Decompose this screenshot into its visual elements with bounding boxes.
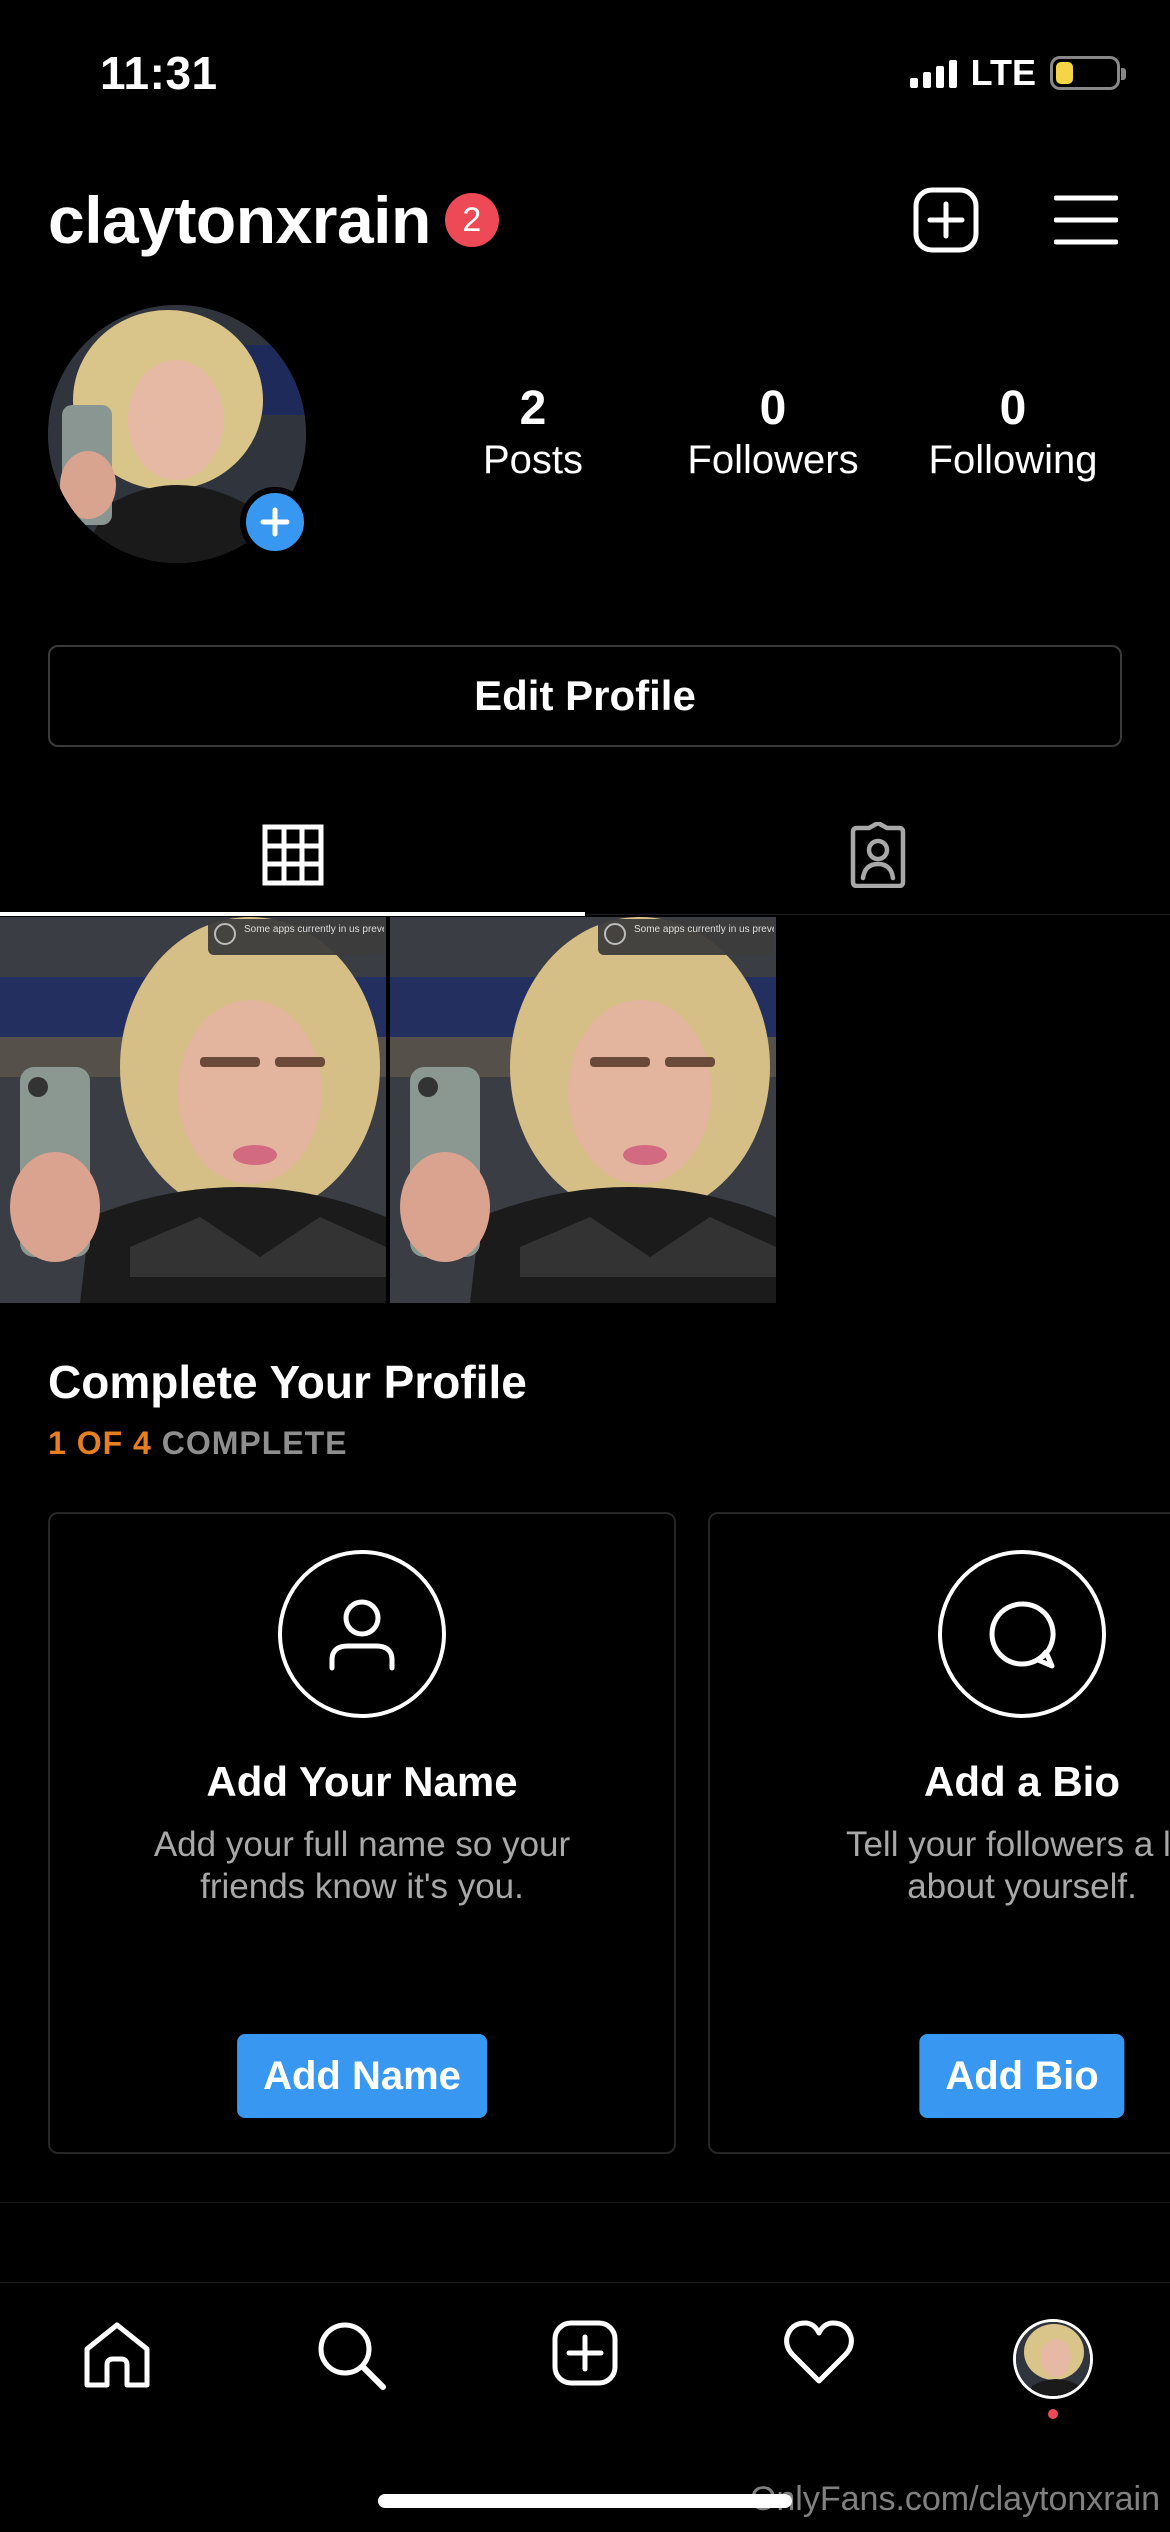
- new-post-icon: [552, 2320, 618, 2386]
- complete-profile-progress: 1 OF 4 COMPLETE: [48, 1425, 347, 1462]
- card-title: Add a Bio: [924, 1758, 1120, 1805]
- status-indicators: LTE: [909, 52, 1126, 94]
- profile-stats: 2 Posts 0 Followers 0 Following: [413, 382, 1133, 484]
- grid-icon: [262, 824, 323, 886]
- stat-value: 0: [759, 382, 787, 435]
- notice-icon: [214, 923, 236, 945]
- battery-icon: [1050, 56, 1126, 90]
- notification-badge[interactable]: 2: [444, 193, 499, 247]
- person-icon: [278, 1550, 446, 1718]
- card-description-line: Tell your followers a litt: [845, 1825, 1170, 1864]
- card-description: Add your full name so your friends know …: [92, 1824, 632, 1908]
- card-description-line: Add your full name so your: [153, 1825, 571, 1864]
- stat-label: Posts: [482, 437, 584, 482]
- status-time: 11:31: [100, 47, 218, 99]
- posts-grid: Some apps currently in us preventing aut…: [0, 917, 776, 1303]
- stat-followers[interactable]: 0 Followers: [653, 382, 893, 484]
- nav-new-post[interactable]: [468, 2319, 702, 2387]
- profile-tabs: [0, 795, 1170, 916]
- home-indicator[interactable]: [378, 2494, 792, 2508]
- notice-icon: [604, 923, 626, 945]
- add-story-button[interactable]: [240, 487, 310, 557]
- post-image: [390, 917, 776, 1303]
- post-notice-overlay: Some apps currently in us preventing aut…: [598, 919, 774, 955]
- progress-rest: COMPLETE: [161, 1425, 348, 1461]
- stat-posts[interactable]: 2 Posts: [413, 382, 653, 484]
- home-icon: [84, 2322, 150, 2388]
- network-label: LTE: [970, 52, 1036, 93]
- search-icon: [318, 2322, 386, 2390]
- nav-profile-avatar: [1013, 2319, 1093, 2399]
- divider: [0, 2202, 1170, 2203]
- profile-summary: 2 Posts 0 Followers 0 Following: [48, 305, 1122, 565]
- plus-icon: [260, 507, 290, 537]
- stat-following[interactable]: 0 Following: [893, 382, 1133, 484]
- post-notice-text: Some apps currently in us preventing aut…: [244, 924, 384, 935]
- username[interactable]: claytonxrain: [48, 182, 431, 258]
- notification-dot: [1048, 2409, 1058, 2419]
- card-description-line: about yourself.: [907, 1867, 1137, 1906]
- bottom-nav: [0, 2282, 1170, 2442]
- profile-avatar[interactable]: [48, 305, 310, 563]
- profile-header: claytonxrain 2: [48, 170, 1122, 270]
- stat-label: Following: [928, 437, 1098, 482]
- post-thumbnail[interactable]: Some apps currently in us preventing aut…: [390, 917, 776, 1303]
- tab-tagged[interactable]: [585, 795, 1170, 915]
- stat-label: Followers: [687, 437, 859, 482]
- card-description: Tell your followers a litt about yoursel…: [752, 1824, 1170, 1908]
- post-thumbnail[interactable]: Some apps currently in us preventing aut…: [0, 917, 386, 1303]
- card-title: Add Your Name: [206, 1758, 518, 1805]
- card-description-line: friends know it's you.: [200, 1867, 524, 1906]
- signal-icon: [909, 58, 957, 88]
- menu-button[interactable]: [1050, 184, 1122, 256]
- watermark: OnlyFans.com/claytonxrain: [749, 2480, 1160, 2518]
- add-name-card: Add Your Name Add your full name so your…: [48, 1512, 676, 2154]
- post-image: [0, 917, 386, 1303]
- nav-activity[interactable]: [702, 2319, 936, 2385]
- add-name-button[interactable]: Add Name: [237, 2034, 487, 2118]
- heart-icon: [784, 2320, 854, 2384]
- status-bar: 11:31 LTE: [0, 0, 1170, 150]
- progress-done: 1 OF 4: [48, 1425, 152, 1461]
- speech-bubble-icon: [938, 1550, 1106, 1718]
- tagged-icon: [850, 822, 905, 888]
- post-notice-overlay: Some apps currently in us preventing aut…: [208, 919, 384, 955]
- post-notice-text: Some apps currently in us preventing aut…: [634, 924, 774, 935]
- new-post-button[interactable]: [910, 184, 982, 256]
- nav-search[interactable]: [234, 2319, 468, 2391]
- plus-square-icon: [913, 187, 979, 253]
- stat-value: 0: [999, 382, 1027, 435]
- complete-profile-title: Complete Your Profile: [48, 1356, 527, 1408]
- edit-profile-button[interactable]: Edit Profile: [48, 645, 1122, 747]
- tab-posts-grid[interactable]: [0, 795, 585, 916]
- add-bio-button[interactable]: Add Bio: [919, 2034, 1125, 2118]
- stat-value: 2: [519, 382, 547, 435]
- complete-profile-cards: Add Your Name Add your full name so your…: [48, 1512, 1170, 2154]
- hamburger-menu-icon: [1054, 195, 1118, 245]
- add-bio-card: Add a Bio Tell your followers a litt abo…: [708, 1512, 1170, 2154]
- nav-home[interactable]: [0, 2319, 234, 2391]
- nav-profile[interactable]: [936, 2319, 1170, 2419]
